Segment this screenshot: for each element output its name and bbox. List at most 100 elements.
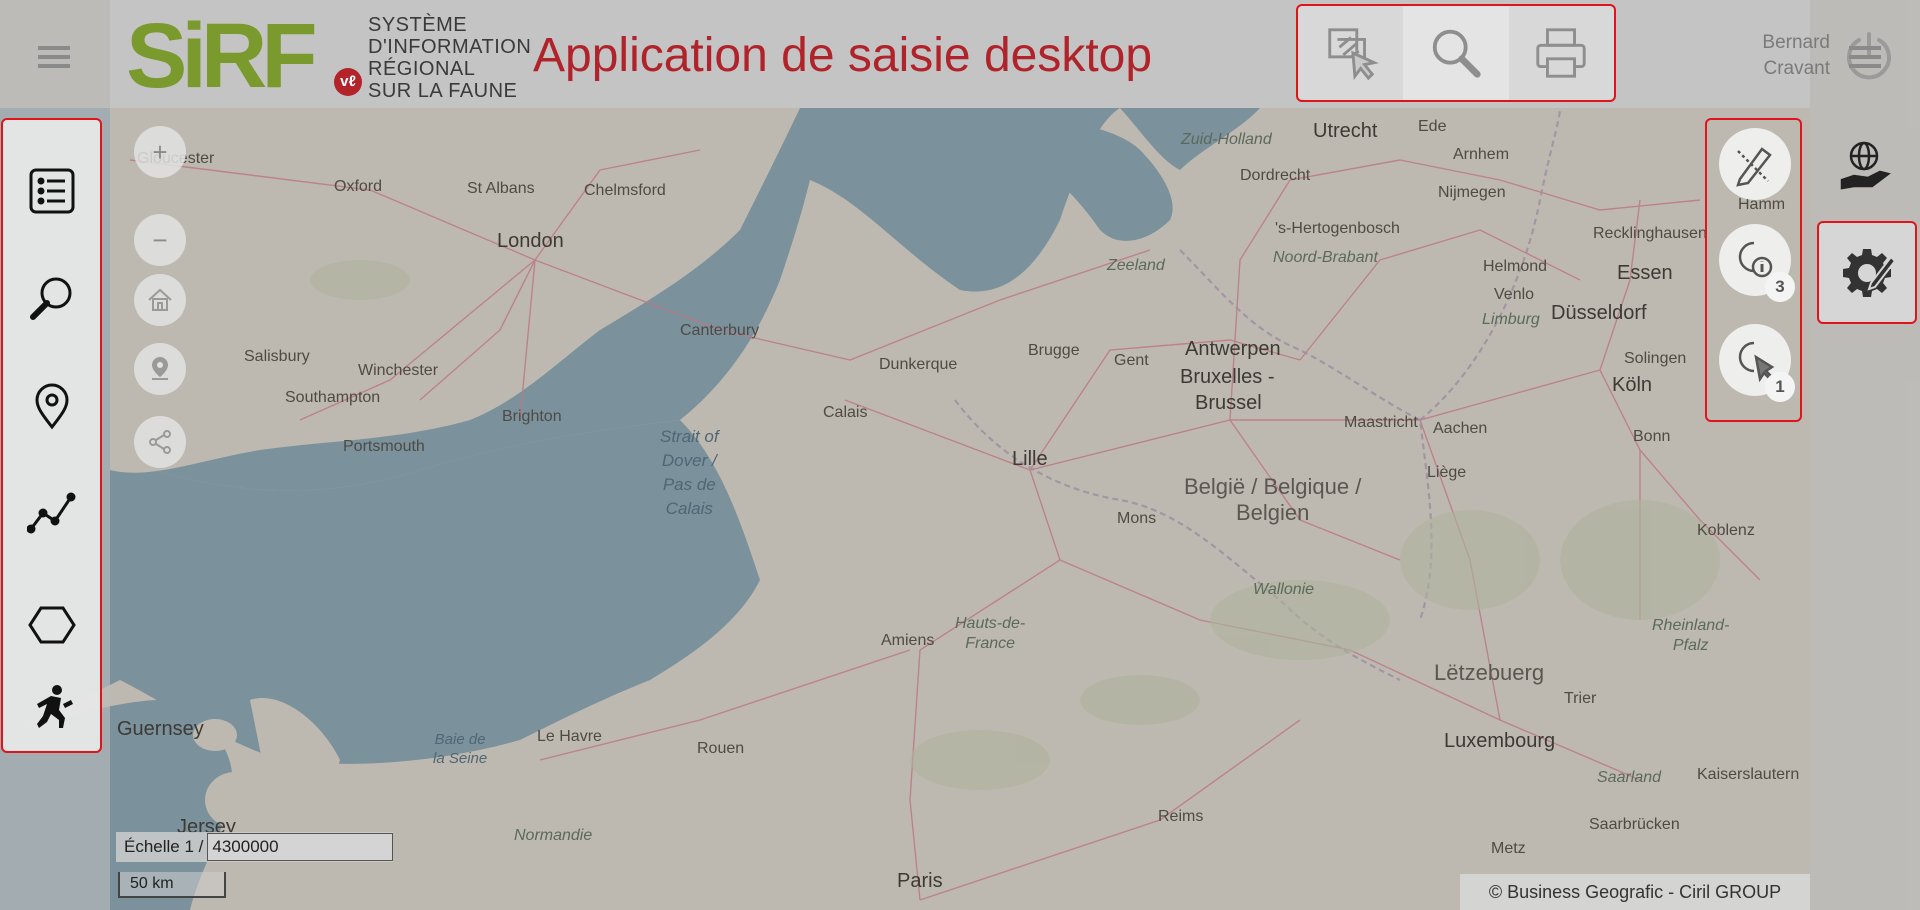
app-header: SiRF vℓ SYSTÈME D'INFORMATION RÉGIONAL S… — [110, 0, 1891, 108]
point-tool-button[interactable] — [3, 361, 100, 451]
map-label-city: Trier — [1564, 690, 1597, 707]
top-toolbar — [1296, 4, 1616, 102]
map-label-city: London — [497, 230, 564, 252]
map-label-city: Koblenz — [1697, 522, 1755, 539]
map-label-region: Limburg — [1482, 311, 1540, 328]
map-label-city: Paris — [897, 870, 943, 892]
map-label-city: Köln — [1612, 374, 1653, 396]
polyline-icon — [26, 492, 75, 534]
left-menu-icon[interactable] — [38, 46, 70, 76]
map-label-city: Portsmouth — [343, 438, 425, 455]
zoom-in-button[interactable]: + — [134, 126, 186, 178]
share-icon — [149, 430, 171, 454]
home-button[interactable] — [134, 274, 186, 326]
search-button[interactable] — [1403, 6, 1509, 100]
map-label-city: Reims — [1158, 808, 1204, 825]
map-canvas[interactable]: Gloucester Oxford St Albans Chelmsford L… — [0, 0, 1920, 910]
zoom-search-button[interactable] — [3, 253, 100, 343]
map-label-region: Hauts-de- France — [955, 615, 1026, 652]
map-label-city: Solingen — [1624, 350, 1687, 367]
map-label-city: Brighton — [502, 408, 562, 425]
map-label-region: Zeeland — [1107, 257, 1165, 274]
map-label-city: Oxford — [334, 178, 383, 195]
map-label-region: Noord-Brabant — [1273, 249, 1378, 266]
map-label-region: Normandie — [514, 827, 593, 844]
map-label-city: 's-Hertogenbosch — [1275, 220, 1400, 237]
zoom-out-button[interactable]: − — [134, 214, 186, 266]
print-icon — [1536, 28, 1586, 78]
left-tool-panel — [1, 118, 102, 753]
map-label-city: Rouen — [697, 740, 745, 757]
observer-button[interactable] — [3, 662, 100, 752]
print-button[interactable] — [1509, 6, 1614, 100]
share-button[interactable] — [134, 416, 186, 468]
layer-select-button[interactable] — [1298, 6, 1403, 100]
map-label-city: Salisbury — [244, 348, 310, 365]
map-label-city: Amiens — [881, 632, 935, 649]
layer-select-icon — [1327, 28, 1379, 81]
polygon-icon — [27, 606, 76, 644]
list-button[interactable] — [3, 146, 100, 236]
map-label-city: Utrecht — [1313, 120, 1378, 142]
map-label-city: Ede — [1418, 118, 1447, 135]
home-icon — [148, 288, 172, 311]
map-label-city: Metz — [1491, 840, 1526, 857]
select-button[interactable]: 1 — [1719, 324, 1795, 402]
scale-label: Échelle 1 / — [124, 837, 204, 856]
map-label-city: Nijmegen — [1438, 184, 1506, 201]
scale-control: Échelle 1 / — [116, 832, 394, 862]
map-label-city: Chelmsford — [584, 182, 666, 199]
map-label-city: Le Havre — [537, 728, 602, 745]
map-label-country: Lëtzebuerg — [1434, 660, 1545, 685]
map-label-city: Calais — [823, 404, 868, 421]
map-label-city: Maastricht — [1344, 414, 1418, 431]
draw-edit-button[interactable] — [1719, 128, 1791, 200]
map-label-city: St Albans — [467, 180, 535, 197]
map-label-region: Saarland — [1597, 769, 1662, 786]
map-label-region: Wallonie — [1253, 581, 1315, 598]
globe-hand-icon[interactable] — [1836, 136, 1896, 196]
map-label-city: Dordrecht — [1240, 167, 1311, 184]
map-label-city: Liège — [1427, 464, 1467, 481]
map-label-city: Lille — [1012, 448, 1048, 470]
map-label-city: Essen — [1617, 262, 1673, 284]
logo-badge: vℓ — [334, 68, 362, 96]
scale-bar: 50 km — [118, 872, 226, 898]
polygon-tool-button[interactable] — [3, 580, 100, 670]
search-icon — [1432, 29, 1481, 78]
settings-edit-button[interactable] — [1817, 221, 1917, 324]
map-label-city: Mons — [1117, 510, 1157, 527]
map-attribution[interactable]: © Business Geografic - Ciril GROUP — [1460, 874, 1810, 910]
map-label-city: Recklinghausen — [1593, 225, 1707, 242]
gear-edit-icon — [1843, 248, 1897, 297]
logo-text: SYSTÈME D'INFORMATION RÉGIONAL SUR LA FA… — [368, 14, 532, 102]
logo-wordmark: SiRF — [126, 5, 318, 107]
map-label-city: Bonn — [1633, 428, 1671, 445]
map-label-city: Kaiserslautern — [1697, 766, 1800, 783]
map-label-sea: Strait of Dover / Pas de Calais — [660, 427, 719, 518]
list-icon — [29, 168, 74, 214]
select-badge: 1 — [1765, 372, 1795, 402]
map-label-city: Bruxelles - — [1180, 366, 1275, 388]
map-label-country: België / Belgique / Belgien — [1184, 474, 1362, 525]
polyline-tool-button[interactable] — [3, 469, 100, 559]
info-query-button[interactable]: 3 — [1719, 224, 1795, 302]
map-label-city: Venlo — [1494, 286, 1535, 303]
point-marker-icon — [34, 383, 69, 430]
map-label-city: Winchester — [358, 362, 439, 379]
sirf-logo[interactable]: SiRF vℓ SYSTÈME D'INFORMATION RÉGIONAL S… — [126, 5, 531, 107]
user-name: Bernard Cravant — [1762, 32, 1830, 79]
map-label-city: Gent — [1114, 352, 1149, 369]
map-label-city: Arnhem — [1453, 146, 1510, 163]
geolocate-button[interactable] — [134, 343, 186, 395]
right-menu-icon[interactable] — [1849, 46, 1881, 76]
map-label-city: Luxembourg — [1444, 730, 1556, 752]
map-label-island: Guernsey — [117, 718, 204, 740]
map-label-city: Saarbrücken — [1589, 816, 1680, 833]
observer-icon — [36, 685, 73, 728]
map-label-city: Aachen — [1433, 420, 1488, 437]
app-title: Application de saisie desktop — [533, 29, 1153, 82]
map-label-city: Antwerpen — [1185, 338, 1281, 360]
map-label-city: Brussel — [1195, 392, 1262, 414]
scale-input[interactable] — [207, 833, 394, 861]
